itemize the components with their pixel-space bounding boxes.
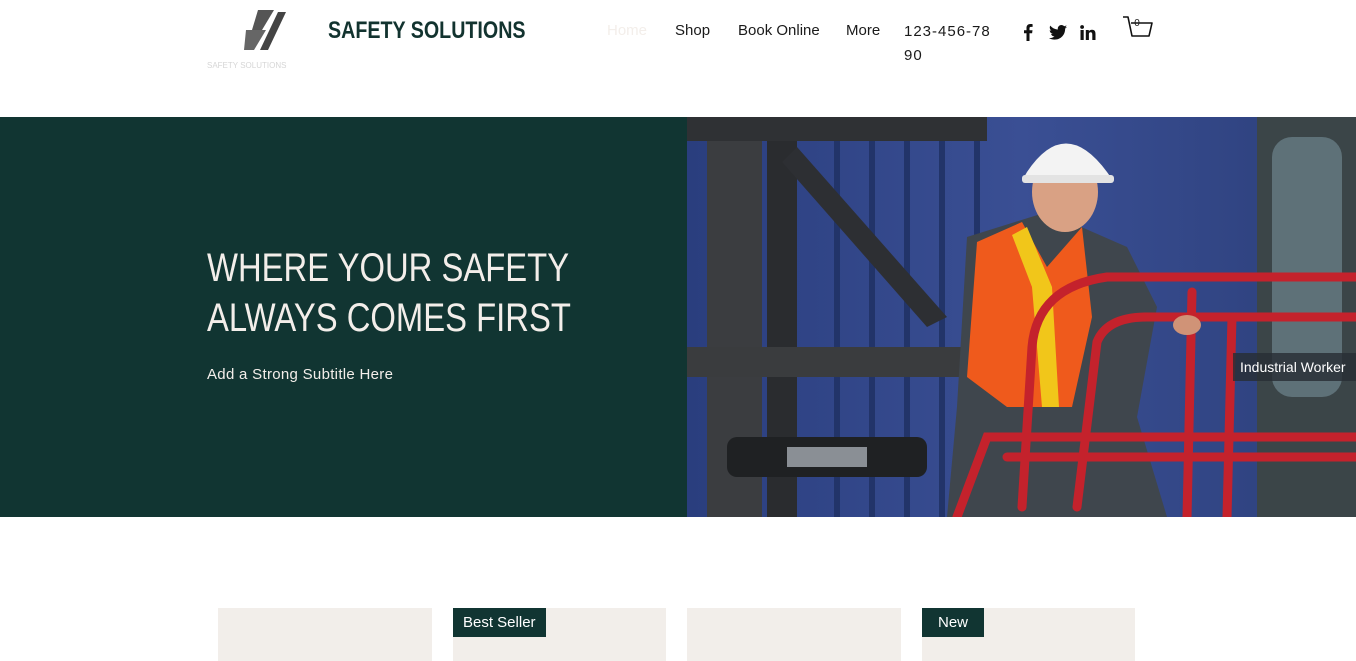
nav-item-home[interactable]: Home (607, 22, 647, 39)
cart-button[interactable]: 0 (1121, 14, 1153, 44)
cart-count: 0 (1134, 18, 1140, 29)
ribbon-badge: Best Seller (453, 608, 546, 637)
phone-number: 123-456-7890 (904, 23, 991, 64)
product-card-4[interactable]: New (922, 608, 1135, 661)
product-card-1[interactable] (218, 608, 432, 661)
hero-title: WHERE YOUR SAFETY ALWAYS COMES FIRST (207, 246, 571, 340)
nav-item-more[interactable]: More (846, 22, 880, 39)
facebook-icon[interactable] (1018, 22, 1038, 42)
nav-item-shop[interactable]: Shop (675, 22, 710, 39)
twitter-icon[interactable] (1047, 22, 1069, 42)
ribbon-badge: New (922, 608, 985, 637)
site-header: SAFETY SOLUTIONS SAFETY SOLUTIONS Home S… (0, 0, 1356, 117)
hero-subtitle: Add a Strong Subtitle Here (207, 366, 394, 383)
hero-image (687, 117, 1356, 517)
logo-icon[interactable] (240, 8, 290, 52)
site-title[interactable]: SAFETY SOLUTIONS (328, 17, 526, 45)
nav-item-book-online[interactable]: Book Online (738, 22, 820, 39)
product-card-3[interactable] (687, 608, 901, 661)
logo-tagline: SAFETY SOLUTIONS (207, 61, 287, 70)
image-caption: Industrial Worker (1233, 353, 1356, 381)
hero-section: WHERE YOUR SAFETY ALWAYS COMES FIRST Add… (0, 117, 687, 517)
product-card-2[interactable]: Best Seller (453, 608, 666, 661)
linkedin-icon[interactable] (1078, 22, 1098, 42)
industrial-worker-illustration (687, 117, 1356, 517)
